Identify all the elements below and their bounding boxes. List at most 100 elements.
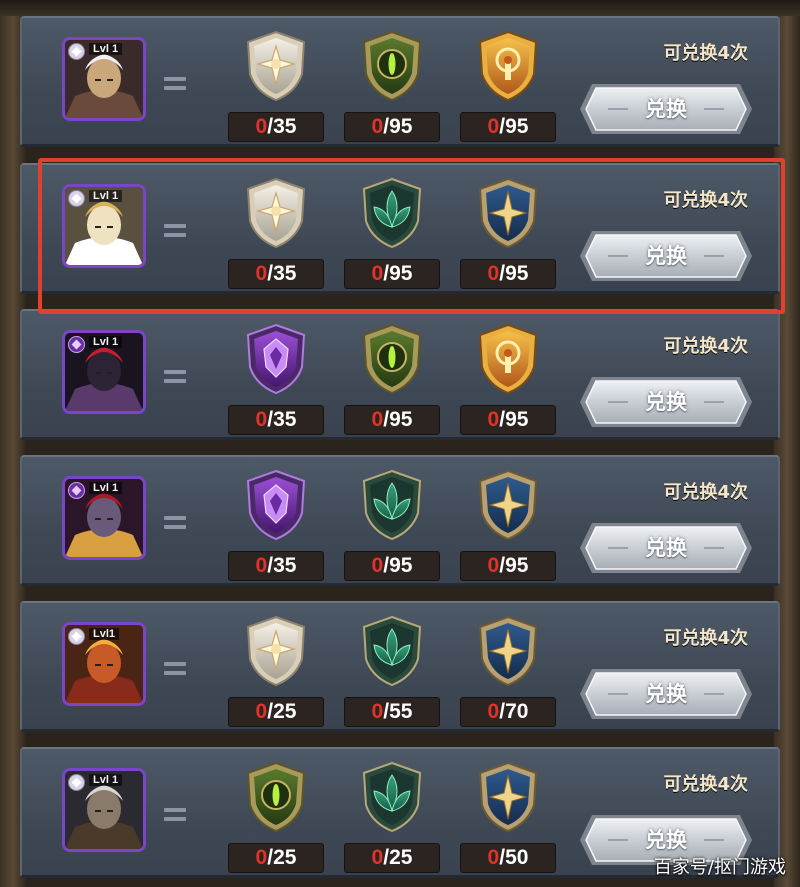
faction-icon <box>68 628 85 645</box>
eye-emblem <box>242 761 310 833</box>
blue-star-emblem <box>474 761 542 833</box>
gold-emblem <box>474 30 542 102</box>
material-slot[interactable]: 0/35 <box>228 323 324 435</box>
exchange-button-label: 兑换 <box>645 536 687 560</box>
eye-emblem <box>358 30 426 102</box>
material-owned: 0 <box>487 262 500 285</box>
material-count: 0/95 <box>344 551 440 581</box>
material-count: 0/35 <box>228 551 324 581</box>
material-count: 0/95 <box>460 551 556 581</box>
hero-level-label: Lvl1 <box>89 628 120 640</box>
exchange-row: Lvl 1 0/35 0/95 0/95 可兑换4次 兑换 <box>20 16 780 147</box>
material-slot[interactable]: 0/70 <box>460 615 556 727</box>
material-owned: 0 <box>487 115 500 138</box>
material-owned: 0 <box>371 700 384 723</box>
material-count: 0/95 <box>344 405 440 435</box>
material-count: 0/70 <box>460 697 556 727</box>
material-owned: 0 <box>487 700 500 723</box>
material-slot[interactable]: 0/35 <box>228 469 324 581</box>
material-owned: 0 <box>487 846 500 869</box>
material-required: /25 <box>383 846 413 869</box>
blue-star-emblem <box>474 177 542 249</box>
material-owned: 0 <box>255 554 268 577</box>
exchange-limit-text: 可兑换4次 <box>663 774 748 795</box>
material-slot[interactable]: 0/55 <box>344 615 440 727</box>
material-owned: 0 <box>255 408 268 431</box>
material-count: 0/35 <box>228 405 324 435</box>
exchange-button[interactable]: 兑换 <box>578 521 754 575</box>
hero-level-label: Lvl 1 <box>89 336 123 348</box>
hero-portrait[interactable]: Lvl 1 <box>62 184 146 268</box>
material-count: 0/95 <box>344 259 440 289</box>
faction-icon <box>68 190 85 207</box>
material-count: 0/55 <box>344 697 440 727</box>
hero-portrait[interactable]: Lvl 1 <box>62 768 146 852</box>
hero-level-label: Lvl 1 <box>89 482 123 494</box>
top-frame <box>0 0 800 16</box>
material-owned: 0 <box>371 554 384 577</box>
material-slot[interactable]: 0/95 <box>344 323 440 435</box>
exchange-button[interactable]: 兑换 <box>578 229 754 283</box>
faction-icon <box>68 43 85 60</box>
watermark: 百家号/抠门游戏 <box>653 857 786 878</box>
equals-icon <box>164 366 186 388</box>
material-slot[interactable]: 0/95 <box>460 177 556 289</box>
eye-emblem <box>358 323 426 395</box>
hero-portrait[interactable]: Lvl1 <box>62 622 146 706</box>
exchange-button-label: 兑换 <box>645 97 687 121</box>
material-slot[interactable]: 0/95 <box>460 30 556 142</box>
material-required: /25 <box>267 846 297 869</box>
exchange-row: Lvl 1 0/35 0/95 0/95 可兑换4次 兑换 <box>20 455 780 586</box>
material-owned: 0 <box>255 262 268 285</box>
material-slot[interactable]: 0/25 <box>228 761 324 873</box>
exchange-limit-text: 可兑换4次 <box>663 190 748 211</box>
material-count: 0/35 <box>228 112 324 142</box>
material-slot[interactable]: 0/25 <box>228 615 324 727</box>
material-slot[interactable]: 0/95 <box>460 323 556 435</box>
material-count: 0/35 <box>228 259 324 289</box>
material-owned: 0 <box>487 408 500 431</box>
material-slot[interactable]: 0/25 <box>344 761 440 873</box>
material-slot[interactable]: 0/95 <box>344 177 440 289</box>
hero-level-label: Lvl 1 <box>89 190 123 202</box>
material-required: /95 <box>499 554 529 577</box>
exchange-button[interactable]: 兑换 <box>578 375 754 429</box>
exchange-limit-text: 可兑换4次 <box>663 628 748 649</box>
material-slot[interactable]: 0/95 <box>344 469 440 581</box>
material-required: /70 <box>499 700 529 723</box>
material-count: 0/95 <box>460 405 556 435</box>
exchange-row: Lvl1 0/25 0/55 0/70 可兑换4次 兑换 <box>20 601 780 732</box>
material-required: /35 <box>267 115 297 138</box>
material-owned: 0 <box>487 554 500 577</box>
exchange-button-label: 兑换 <box>645 390 687 414</box>
material-required: /25 <box>267 700 297 723</box>
exchange-button[interactable]: 兑换 <box>578 667 754 721</box>
material-slot[interactable]: 0/35 <box>228 30 324 142</box>
material-owned: 0 <box>371 262 384 285</box>
exchange-limit-text: 可兑换4次 <box>663 482 748 503</box>
material-required: /95 <box>499 115 529 138</box>
material-slot[interactable]: 0/95 <box>344 30 440 142</box>
material-required: /55 <box>383 700 413 723</box>
material-required: /50 <box>499 846 529 869</box>
material-count: 0/25 <box>344 843 440 873</box>
purple-emblem <box>242 323 310 395</box>
material-slot[interactable]: 0/35 <box>228 177 324 289</box>
equals-icon <box>164 804 186 826</box>
hero-portrait[interactable]: Lvl 1 <box>62 330 146 414</box>
exchange-button[interactable]: 兑换 <box>578 82 754 136</box>
material-required: /35 <box>267 408 297 431</box>
lotus-emblem <box>358 469 426 541</box>
material-slot[interactable]: 0/95 <box>460 469 556 581</box>
hero-portrait[interactable]: Lvl 1 <box>62 476 146 560</box>
equals-icon <box>164 512 186 534</box>
hero-portrait[interactable]: Lvl 1 <box>62 37 146 121</box>
material-count: 0/25 <box>228 843 324 873</box>
exchange-limit-text: 可兑换4次 <box>663 43 748 64</box>
star-emblem <box>242 30 310 102</box>
star-emblem <box>242 177 310 249</box>
material-owned: 0 <box>255 115 268 138</box>
material-owned: 0 <box>371 408 384 431</box>
material-slot[interactable]: 0/50 <box>460 761 556 873</box>
material-count: 0/95 <box>460 112 556 142</box>
